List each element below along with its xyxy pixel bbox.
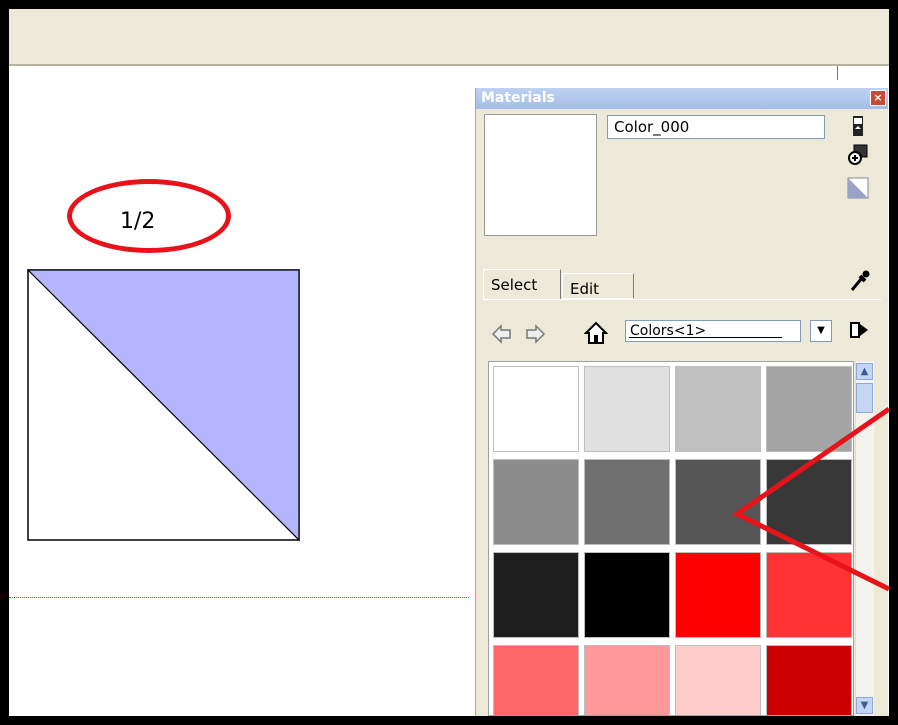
- tab-edit[interactable]: Edit: [562, 273, 634, 299]
- materials-panel: Materials × Color_000 Select Edit Colors…: [475, 88, 888, 716]
- color-swatch[interactable]: [675, 645, 761, 715]
- color-swatch[interactable]: [675, 366, 761, 452]
- swatch-scrollbar[interactable]: ▲ ▼: [855, 361, 874, 716]
- color-swatch[interactable]: [493, 645, 579, 715]
- viewport[interactable]: 1/2 Materials × Color_000 Select Edit Co…: [9, 9, 889, 716]
- display-toggle-icon[interactable]: [847, 115, 869, 137]
- swatch-grid: [488, 361, 854, 716]
- color-swatch[interactable]: [766, 366, 852, 452]
- half-triangle-square[interactable]: [27, 269, 301, 543]
- color-swatch[interactable]: [493, 459, 579, 545]
- back-arrow-icon[interactable]: [490, 322, 514, 346]
- chevron-down-icon[interactable]: ▼: [810, 320, 832, 342]
- scroll-thumb[interactable]: [856, 383, 873, 413]
- color-swatch[interactable]: [584, 552, 670, 638]
- scroll-up-icon[interactable]: ▲: [856, 363, 873, 380]
- color-swatch[interactable]: [675, 459, 761, 545]
- green-axis: [837, 66, 838, 80]
- panel-titlebar[interactable]: Materials ×: [476, 88, 888, 109]
- annotation-circle: [67, 179, 231, 253]
- color-swatch[interactable]: [584, 645, 670, 715]
- material-name-field[interactable]: Color_000: [607, 115, 825, 139]
- close-icon[interactable]: ×: [870, 90, 886, 106]
- color-swatch[interactable]: [766, 552, 852, 638]
- forward-arrow-icon[interactable]: [523, 322, 547, 346]
- material-preview[interactable]: [484, 114, 597, 236]
- red-axis-dotted: [9, 597, 469, 598]
- color-swatch[interactable]: [584, 459, 670, 545]
- details-arrow-icon[interactable]: [847, 318, 871, 342]
- scroll-down-icon[interactable]: ▼: [856, 697, 873, 714]
- color-swatch[interactable]: [766, 459, 852, 545]
- color-swatch[interactable]: [493, 366, 579, 452]
- default-material-icon[interactable]: [847, 177, 869, 199]
- color-swatch[interactable]: [493, 552, 579, 638]
- color-swatch[interactable]: [766, 645, 852, 715]
- tab-divider: [483, 299, 881, 300]
- home-icon[interactable]: [584, 321, 608, 345]
- collection-select[interactable]: Colors<1>: [625, 320, 801, 342]
- tab-select[interactable]: Select: [483, 269, 561, 299]
- panel-title: Materials: [481, 90, 555, 106]
- collection-underline: [629, 337, 782, 338]
- toolbar-area: [9, 9, 889, 66]
- color-swatch[interactable]: [584, 366, 670, 452]
- color-swatch[interactable]: [675, 552, 761, 638]
- eyedropper-icon[interactable]: [848, 269, 872, 293]
- create-material-icon[interactable]: [847, 144, 869, 166]
